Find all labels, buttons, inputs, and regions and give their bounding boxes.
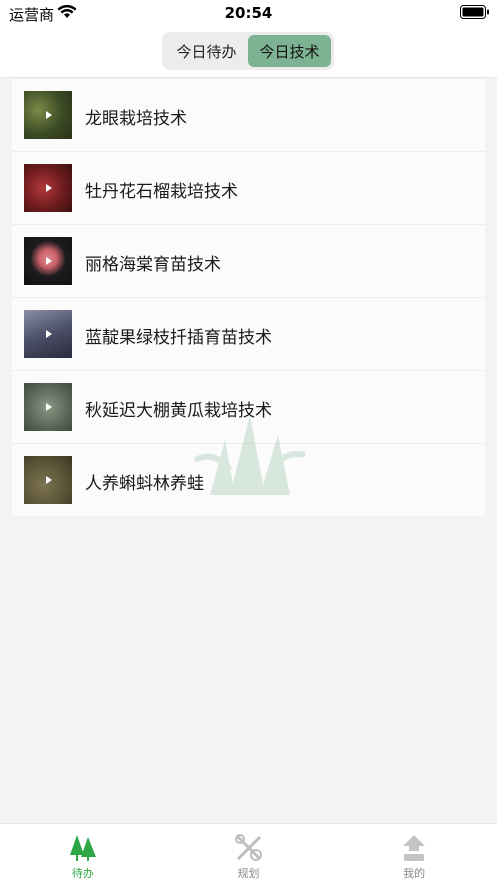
list-item[interactable]: 丽格海棠育苗技术: [12, 225, 485, 298]
tab-planning-label: 规划: [237, 867, 260, 880]
battery-icon: [460, 5, 489, 19]
list-item[interactable]: 秋延迟大棚黄瓜栽培技术: [12, 371, 485, 444]
list-item-title: 丽格海棠育苗技术: [85, 255, 221, 275]
play-icon: [46, 257, 52, 265]
video-thumbnail: [24, 456, 72, 504]
video-thumbnail: [24, 164, 72, 212]
tree-icon: [69, 835, 96, 861]
tab-planning[interactable]: 规划: [166, 824, 332, 883]
tech-video-list: 龙眼栽培技术 牡丹花石榴栽培技术 丽格海棠育苗技术 蓝靛果绿枝扦插育苗技术 秋延…: [12, 79, 485, 516]
clock: 20:54: [224, 4, 273, 22]
list-item[interactable]: 龙眼栽培技术: [12, 79, 485, 152]
list-item-title: 牡丹花石榴栽培技术: [85, 182, 238, 202]
top-header: 今日待办 今日技术: [0, 26, 497, 78]
play-icon: [46, 476, 52, 484]
list-item[interactable]: 牡丹花石榴栽培技术: [12, 152, 485, 225]
tab-mine-label: 我的: [403, 867, 426, 880]
tools-icon: [234, 834, 262, 861]
tab-mine[interactable]: 我的: [331, 824, 497, 883]
video-thumbnail: [24, 383, 72, 431]
bottom-tab-bar: 待办 规划 我的: [0, 823, 497, 883]
play-icon: [46, 330, 52, 338]
list-item-title: 秋延迟大棚黄瓜栽培技术: [85, 401, 272, 421]
play-icon: [46, 403, 52, 411]
tab-todo[interactable]: 待办: [0, 824, 166, 883]
segmented-control: 今日待办 今日技术: [162, 32, 334, 70]
upload-person-icon: [403, 835, 426, 861]
list-item[interactable]: 人养蝌蚪林养蛙: [12, 444, 485, 516]
list-item-title: 龙眼栽培技术: [85, 109, 187, 129]
play-icon: [46, 111, 52, 119]
play-icon: [46, 184, 52, 192]
list-item[interactable]: 蓝靛果绿枝扦插育苗技术: [12, 298, 485, 371]
video-thumbnail: [24, 237, 72, 285]
video-thumbnail: [24, 91, 72, 139]
list-item-title: 蓝靛果绿枝扦插育苗技术: [85, 328, 272, 348]
segment-today-tech[interactable]: 今日技术: [248, 35, 331, 67]
video-thumbnail: [24, 310, 72, 358]
app-screen: 运营商 20:54 今日待办 今日技术 龙眼栽培技术 牡丹花石榴栽培技术 丽格海…: [0, 0, 497, 883]
segment-today-todo[interactable]: 今日待办: [165, 35, 248, 67]
list-item-title: 人养蝌蚪林养蛙: [85, 474, 204, 494]
status-bar: 运营商 20:54: [0, 0, 497, 26]
tab-todo-label: 待办: [71, 867, 94, 880]
